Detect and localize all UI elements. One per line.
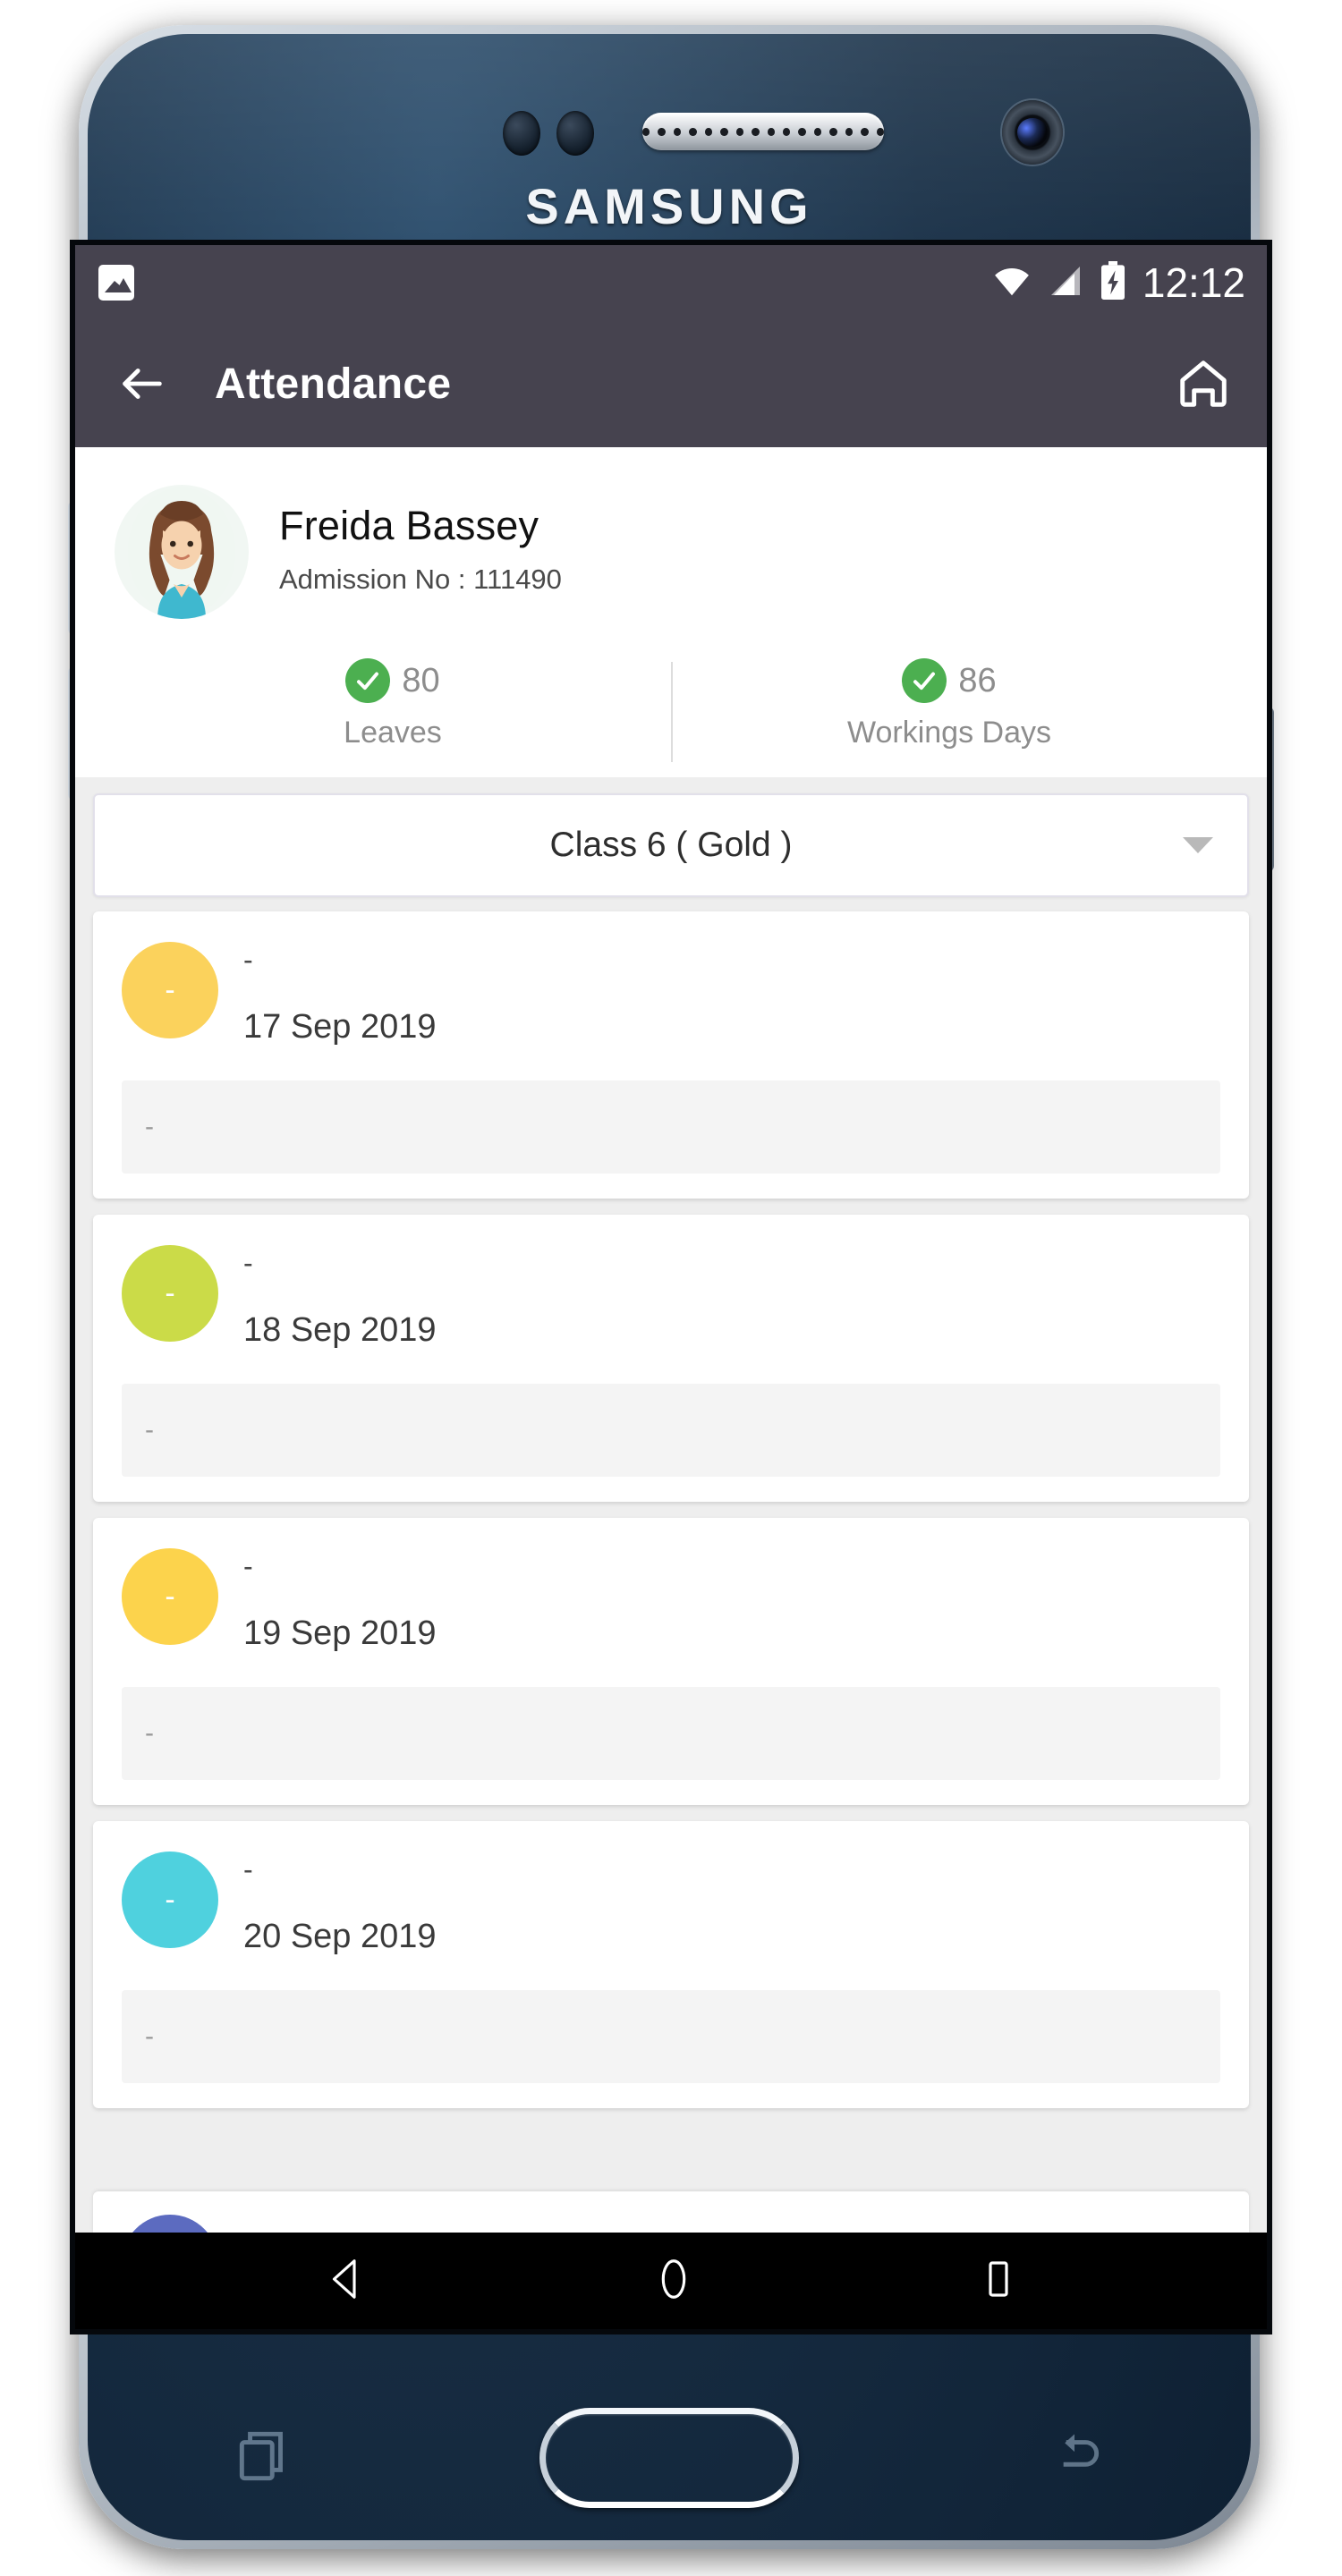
attendance-status-dot: - <box>122 942 218 1038</box>
attendance-head: - - 20 Sep 2019 <box>122 1852 1220 1956</box>
battery-charging-icon <box>1099 260 1127 305</box>
attendance-meta: - 17 Sep 2019 <box>243 942 437 1046</box>
class-selector[interactable]: Class 6 ( Gold ) <box>93 793 1249 897</box>
avatar <box>115 485 249 619</box>
attendance-list[interactable]: - - 17 Sep 2019 - - - 18 Sep 2019 - - - … <box>75 897 1267 2108</box>
attendance-head: - - 18 Sep 2019 <box>122 1245 1220 1350</box>
home-hw-button[interactable] <box>539 2408 799 2508</box>
attendance-status-dot <box>122 2215 218 2233</box>
profile-texts: Freida Bassey Admission No : 111490 <box>279 503 562 601</box>
device-stage: SAMSUNG 12:12 Attendance Freida Bassey A… <box>0 0 1342 2576</box>
list-item[interactable]: - - 17 Sep 2019 - <box>93 911 1249 1199</box>
attendance-status: - <box>243 1550 253 1582</box>
back-arrow-icon[interactable] <box>111 352 174 415</box>
brand-logo: SAMSUNG <box>525 178 813 234</box>
next-list-item-peek[interactable] <box>93 2191 1249 2233</box>
status-bar: 12:12 <box>75 245 1267 320</box>
proximity-sensor-icon <box>503 111 540 156</box>
signal-icon <box>1048 265 1083 301</box>
stat-working-days: 86 Workings Days <box>671 658 1227 762</box>
stats-row: 80 Leaves 86 Workings Days <box>115 658 1227 777</box>
attendance-status: - <box>243 1853 253 1885</box>
attendance-head: - - 17 Sep 2019 <box>122 942 1220 1046</box>
attendance-date: 18 Sep 2019 <box>243 1311 437 1349</box>
attendance-status-dot: - <box>122 1548 218 1645</box>
hardware-button-row <box>231 2395 1108 2521</box>
square-recents-icon[interactable] <box>977 2258 1020 2305</box>
attendance-head: - - 19 Sep 2019 <box>122 1548 1220 1653</box>
app-bar: Attendance <box>75 320 1267 447</box>
recents-hw-icon[interactable] <box>231 2423 297 2494</box>
attendance-note: - <box>122 1384 1220 1477</box>
stat-working-days-value: 86 <box>958 661 997 699</box>
light-sensor-icon <box>556 111 594 156</box>
stat-leaves: 80 Leaves <box>115 658 671 750</box>
status-time: 12:12 <box>1142 259 1245 306</box>
circle-home-icon[interactable] <box>650 2255 698 2308</box>
attendance-status-dot: - <box>122 1852 218 1948</box>
image-icon <box>98 265 134 301</box>
attendance-status: - <box>243 1247 253 1279</box>
attendance-note: - <box>122 1990 1220 2083</box>
stat-working-days-top: 86 <box>671 658 1227 703</box>
android-nav-bar <box>75 2233 1267 2329</box>
attendance-meta: - 20 Sep 2019 <box>243 1852 437 1956</box>
list-item[interactable]: - - 19 Sep 2019 - <box>93 1518 1249 1805</box>
profile-card: Freida Bassey Admission No : 111490 80 L… <box>75 447 1267 777</box>
status-bar-notifications <box>98 265 134 301</box>
phone-screen: 12:12 Attendance Freida Bassey Admission… <box>75 245 1267 2329</box>
attendance-meta: - 18 Sep 2019 <box>243 1245 437 1350</box>
check-circle-icon <box>902 658 947 703</box>
stat-leaves-top: 80 <box>115 658 671 703</box>
attendance-status-dot: - <box>122 1245 218 1342</box>
attendance-note: - <box>122 1687 1220 1780</box>
stat-working-days-label: Workings Days <box>847 716 1051 750</box>
attendance-date: 17 Sep 2019 <box>243 1008 437 1046</box>
list-item[interactable]: - - 18 Sep 2019 - <box>93 1215 1249 1502</box>
front-camera-icon <box>1002 100 1063 165</box>
list-item[interactable]: - - 20 Sep 2019 - <box>93 1821 1249 2108</box>
attendance-status: - <box>243 944 253 976</box>
attendance-meta: - 19 Sep 2019 <box>243 1548 437 1653</box>
page-title: Attendance <box>215 360 452 408</box>
stat-leaves-label: Leaves <box>344 716 442 750</box>
wifi-icon <box>991 265 1032 301</box>
back-hw-icon[interactable] <box>1041 2423 1108 2494</box>
attendance-date: 19 Sep 2019 <box>243 1614 437 1652</box>
student-name: Freida Bassey <box>279 503 539 548</box>
check-circle-icon <box>345 658 391 703</box>
attendance-date: 20 Sep 2019 <box>243 1918 437 1955</box>
attendance-note: - <box>122 1080 1220 1174</box>
admission-number: Admission No : 111490 <box>279 564 562 595</box>
stat-leaves-value: 80 <box>402 661 440 699</box>
home-icon[interactable] <box>1172 352 1235 415</box>
triangle-back-icon[interactable] <box>322 2255 370 2308</box>
profile-row: Freida Bassey Admission No : 111490 <box>115 485 1227 619</box>
earpiece-speaker-icon <box>642 113 884 150</box>
chevron-down-icon <box>1183 837 1213 853</box>
status-bar-system: 12:12 <box>991 258 1245 307</box>
class-selector-wrap: Class 6 ( Gold ) <box>75 777 1267 897</box>
class-selector-value: Class 6 ( Gold ) <box>549 826 793 864</box>
